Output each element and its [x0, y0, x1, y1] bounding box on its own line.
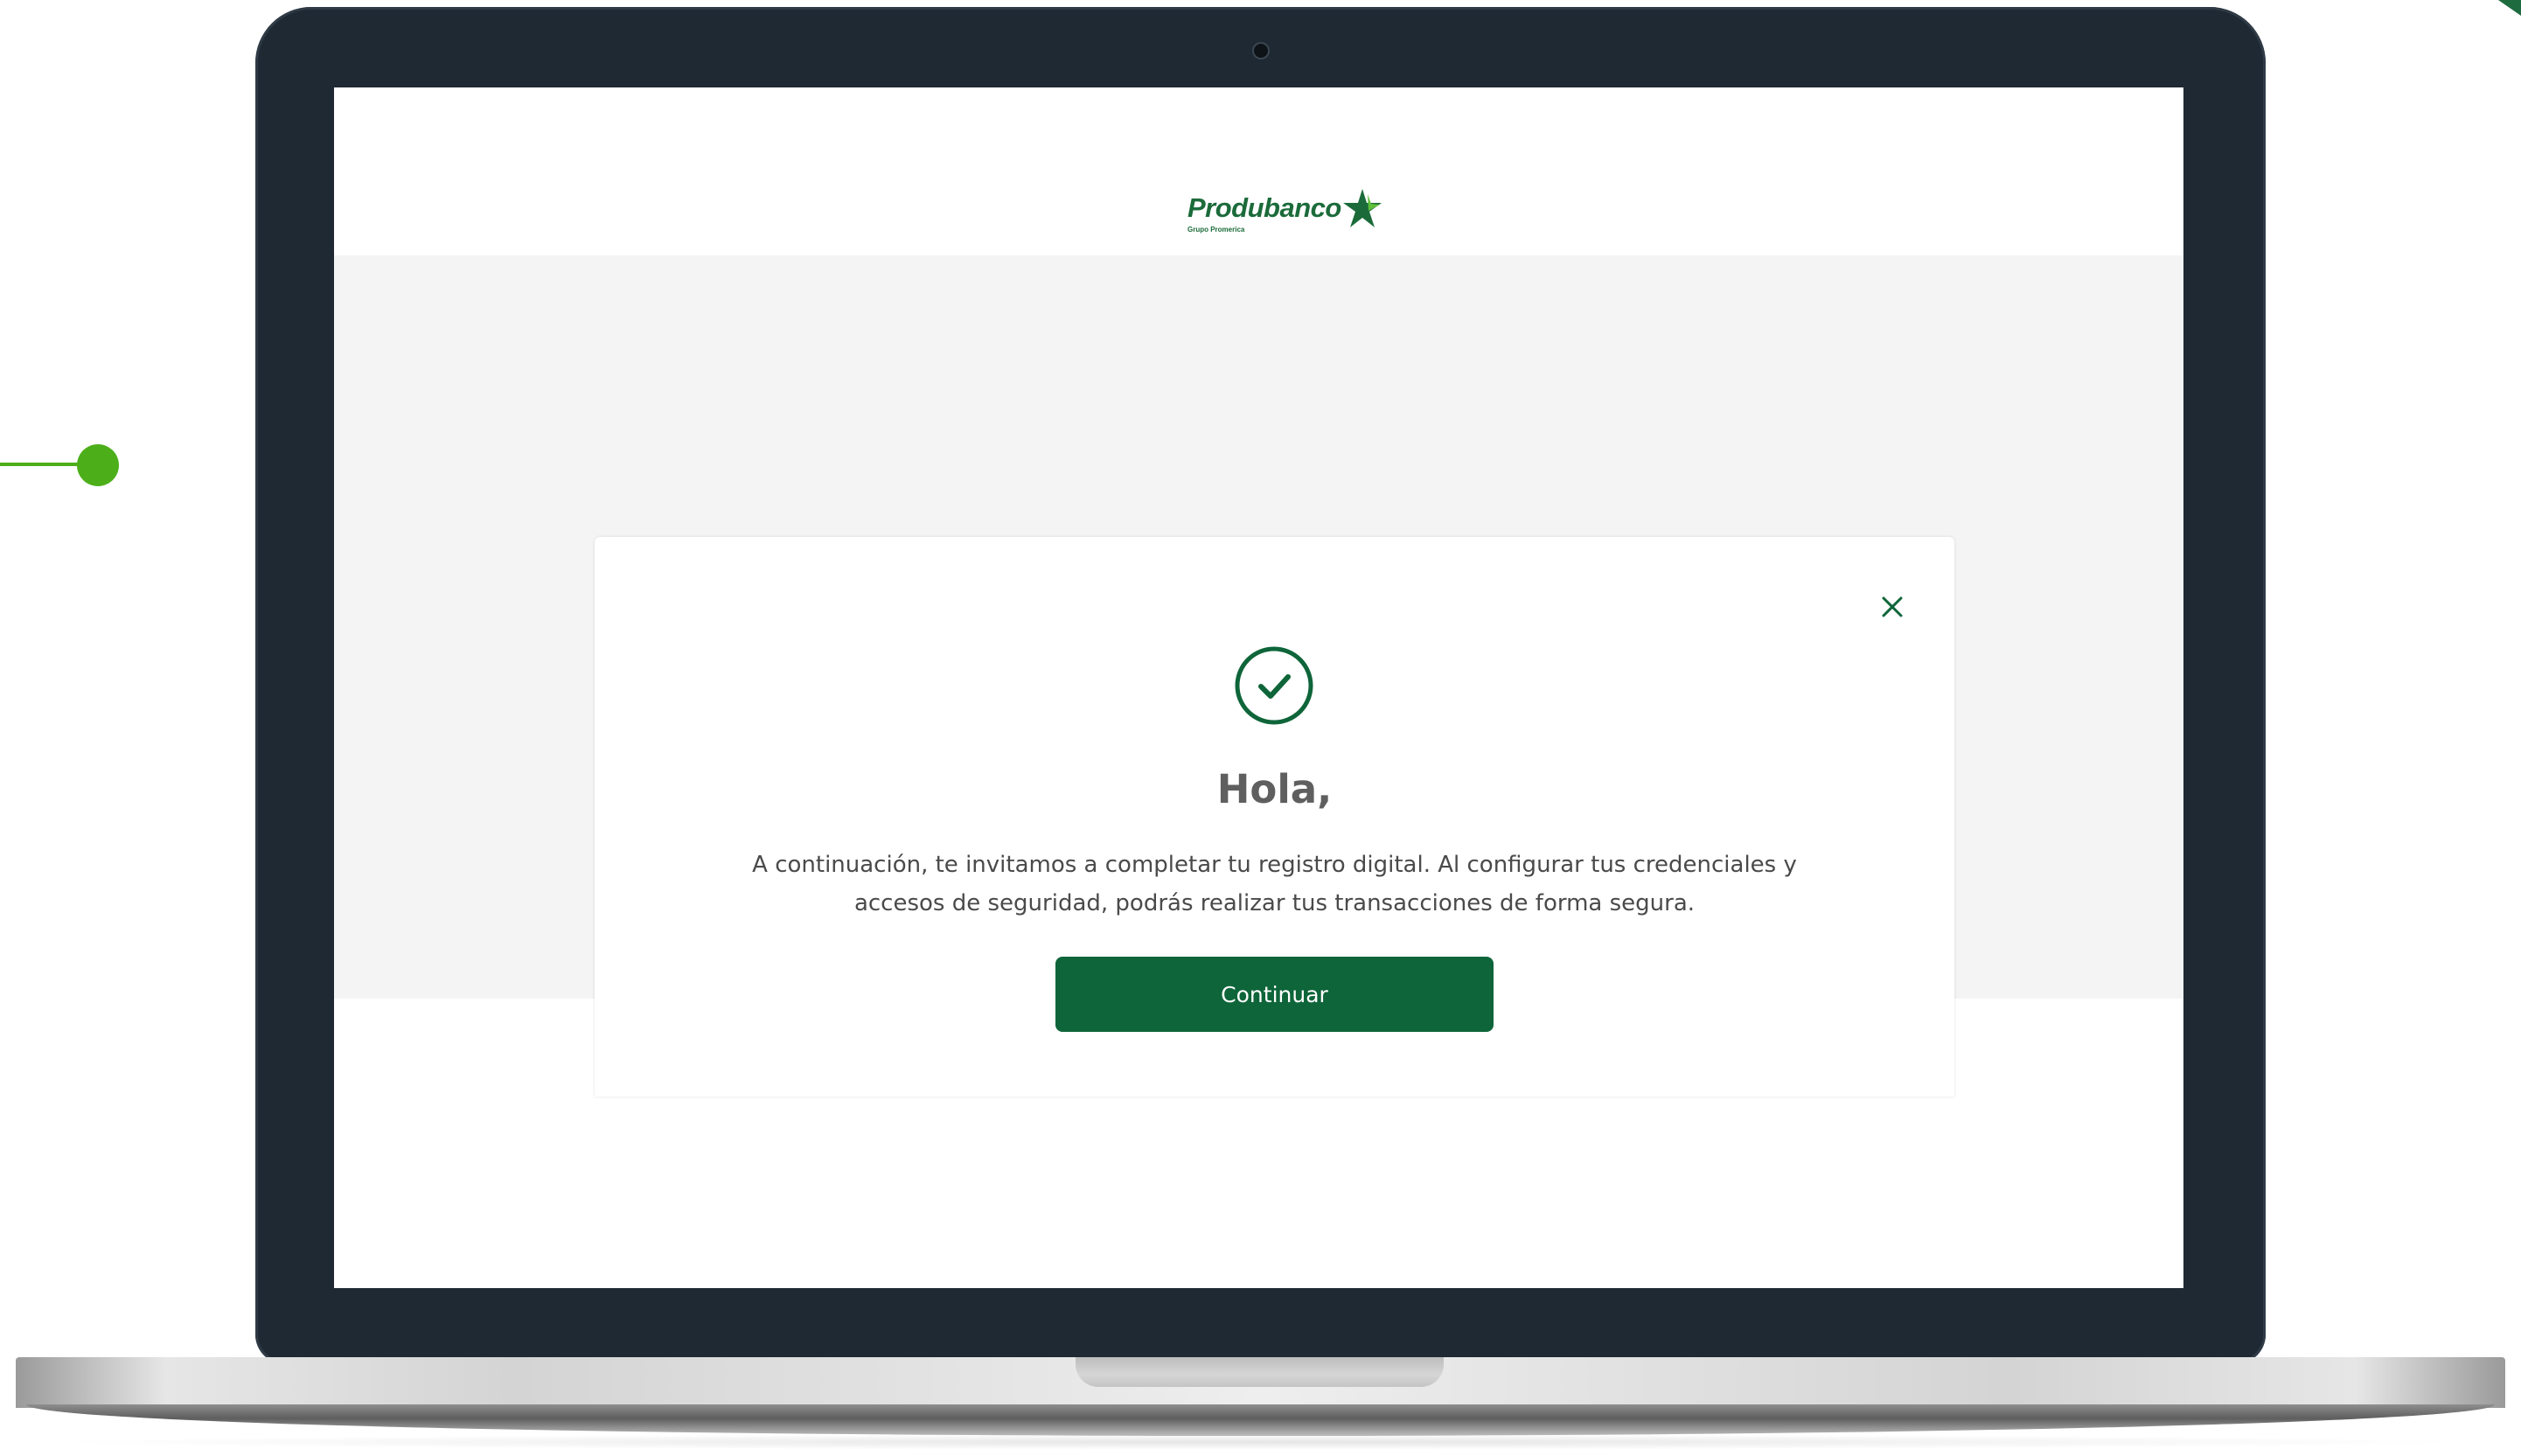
- laptop-hinge-notch: [1076, 1357, 1444, 1387]
- connector-line: [0, 463, 87, 466]
- modal-message: A continuación, te invitamos a completar…: [752, 852, 1797, 916]
- laptop-screen: Produbanco Grupo Promerica Hola, A conti…: [334, 87, 2183, 1288]
- brand-subtitle: Grupo Promerica: [1187, 226, 1245, 233]
- star-icon: [1343, 189, 1382, 227]
- stage: Produbanco Grupo Promerica Hola, A conti…: [0, 0, 2521, 1456]
- welcome-modal: Hola, A continuación, te invitamos a com…: [595, 537, 1954, 1097]
- connector-dot: [77, 444, 119, 486]
- check-circle-icon: [1235, 646, 1313, 725]
- close-button[interactable]: [1877, 591, 1908, 623]
- close-icon: [1882, 596, 1903, 617]
- continue-button[interactable]: Continuar: [1055, 957, 1494, 1032]
- laptop-shadow: [35, 1434, 2486, 1450]
- app-header: Produbanco Grupo Promerica: [334, 87, 2183, 255]
- corner-decoration: [2498, 0, 2521, 16]
- laptop-bottom-edge: [26, 1404, 2495, 1436]
- camera-icon: [1254, 44, 1268, 58]
- app-body: Hola, A continuación, te invitamos a com…: [334, 255, 2183, 1097]
- modal-title: Hola,: [1216, 766, 1333, 812]
- brand-logo: Produbanco Grupo Promerica: [1187, 189, 1406, 233]
- brand-name: Produbanco: [1187, 192, 1341, 223]
